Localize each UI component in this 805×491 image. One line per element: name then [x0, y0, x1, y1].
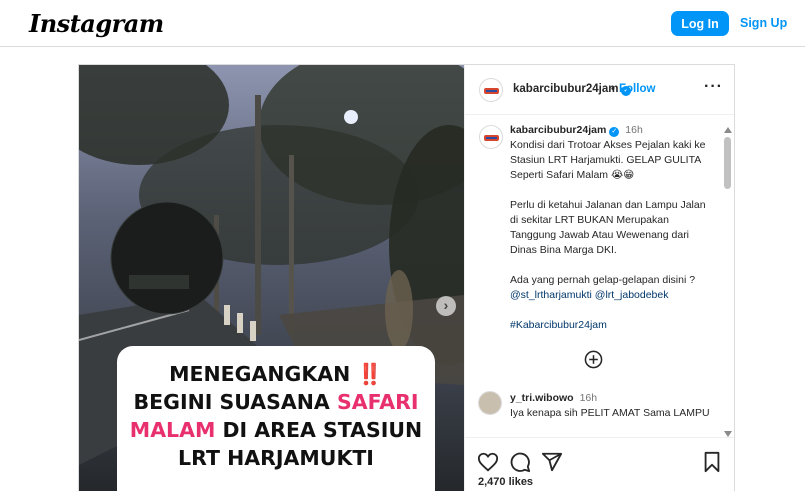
verified-badge-icon: ✓	[609, 127, 620, 137]
hashtag-link[interactable]: #Kabarcibubur24jam	[510, 319, 607, 331]
caption-paragraph-2: Perlu di ketahui Jalanan dan Lampu Jalan…	[510, 199, 706, 256]
bookmark-icon[interactable]	[701, 451, 723, 473]
caption-line-3: MALAM DI AREA STASIUN	[129, 418, 423, 442]
mention-link[interactable]: @st_lrtharjamukti	[510, 289, 592, 301]
caption-time[interactable]: 16h	[625, 124, 643, 136]
caption-username[interactable]: kabarcibubur24jam	[510, 124, 606, 136]
post-media[interactable]: › MENEGANGKAN ‼️ BEGINI SUASANA SAFARI M…	[79, 65, 464, 491]
login-button[interactable]: Log In	[671, 11, 729, 36]
more-options-icon[interactable]: ···	[704, 78, 723, 96]
scroll-thumb[interactable]	[724, 137, 731, 189]
image-caption-card: MENEGANGKAN ‼️ BEGINI SUASANA SAFARI MAL…	[117, 346, 435, 491]
comment-text: Iya kenapa sih PELIT AMAT Sama LAMPU	[510, 407, 710, 419]
separator-dot: •	[611, 83, 615, 95]
instagram-logo[interactable]: Instagram	[29, 9, 164, 38]
next-slide-button[interactable]: ›	[436, 296, 456, 316]
caption-line-4: LRT HARJAMUKTI	[178, 446, 374, 470]
comment-time[interactable]: 16h	[580, 392, 598, 404]
load-more-comments-icon[interactable]	[584, 350, 603, 369]
comment-icon[interactable]	[509, 451, 531, 473]
top-navigation-bar: Instagram Log In Sign Up	[0, 0, 805, 47]
follow-button[interactable]: Follow	[619, 83, 655, 95]
comments-section[interactable]: kabarcibubur24jam ✓ 16h Kondisi dari Troto…	[465, 116, 734, 436]
scroll-up-icon[interactable]	[724, 127, 732, 133]
caption-paragraph-1: Kondisi dari Trotoar Akses Pejalan kaki …	[510, 139, 706, 181]
caption-author-avatar[interactable]	[479, 125, 503, 149]
comment-username[interactable]: y_tri.wibowo	[510, 392, 574, 404]
caption-paragraph-3: Ada yang pernah gelap-gelapan disini ?	[510, 274, 696, 286]
post-side-panel: kabarcibubur24jam ✓ • Follow ··· kabarcib…	[464, 65, 734, 491]
share-icon[interactable]	[541, 451, 563, 473]
mention-link[interactable]: @lrt_jabodebek	[595, 289, 669, 301]
likes-count[interactable]: 2,470 likes	[478, 476, 533, 488]
caption-line-2: BEGINI SUASANA SAFARI	[133, 390, 419, 414]
author-avatar[interactable]	[479, 78, 503, 102]
comment-item: y_tri.wibowo 16h Iya kenapa sih PELIT AMA…	[510, 391, 715, 421]
post-header: kabarcibubur24jam ✓ • Follow ···	[465, 65, 734, 115]
caption-text: kabarcibubur24jam ✓ 16h Kondisi dari Troto…	[510, 123, 715, 333]
heart-icon[interactable]	[477, 451, 499, 473]
caption-line-1: MENEGANGKAN ‼️	[169, 362, 383, 386]
post-container: › MENEGANGKAN ‼️ BEGINI SUASANA SAFARI M…	[78, 64, 735, 491]
signup-link[interactable]: Sign Up	[740, 16, 787, 30]
commenter-avatar[interactable]	[478, 391, 502, 415]
comments-scrollbar[interactable]	[723, 127, 733, 443]
